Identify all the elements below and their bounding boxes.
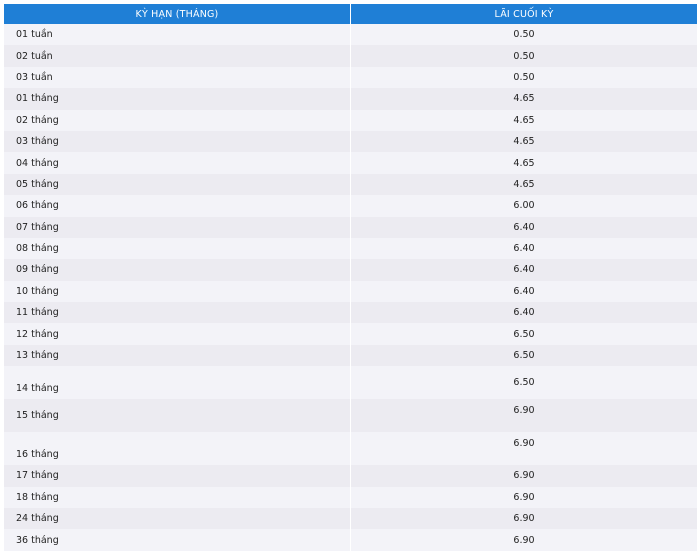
table-row: 06 tháng 6.00: [4, 195, 697, 217]
table-row: 03 tuần 0.50: [4, 66, 697, 89]
term-cell: 01 tháng: [4, 88, 351, 110]
rate-cell: 6.40: [350, 302, 697, 324]
term-cell: 09 tháng: [4, 259, 351, 281]
rate-cell: 4.65: [350, 109, 697, 131]
header-row: KỲ HẠN (THÁNG) LÃI CUỐI KỲ: [4, 4, 697, 24]
term-cell: 10 tháng: [4, 280, 351, 303]
term-cell: 12 tháng: [4, 323, 351, 345]
term-cell: 03 tháng: [4, 130, 351, 153]
term-cell: 08 tháng: [4, 237, 351, 260]
rate-cell: 6.40: [350, 259, 697, 281]
term-cell: 15 tháng: [4, 399, 351, 433]
rate-cell: 6.90: [350, 486, 697, 509]
table-row: 07 tháng 6.40: [4, 216, 697, 238]
table-row: 16 tháng 6.90: [4, 432, 697, 466]
table-row: 17 tháng 6.90: [4, 465, 697, 487]
table-row: 15 tháng 6.90: [4, 399, 697, 433]
table-row: 24 tháng 6.90: [4, 508, 697, 530]
rate-cell: 4.65: [350, 173, 697, 196]
table-header: KỲ HẠN (THÁNG) LÃI CUỐI KỲ: [4, 4, 697, 24]
interest-rate-table: KỲ HẠN (THÁNG) LÃI CUỐI KỲ 01 tuần 0.50 0…: [4, 4, 697, 551]
rate-cell: 6.00: [350, 195, 697, 217]
column-header-term: KỲ HẠN (THÁNG): [4, 4, 351, 24]
rate-cell: 6.90: [350, 465, 697, 487]
table-row: 02 tuần 0.50: [4, 45, 697, 67]
rate-cell: 0.50: [350, 66, 697, 89]
rate-cell: 6.40: [350, 216, 697, 238]
term-cell: 17 tháng: [4, 465, 351, 487]
table-row: 02 tháng 4.65: [4, 109, 697, 131]
rate-cell: 0.50: [350, 24, 697, 46]
term-cell: 02 tuần: [4, 45, 351, 67]
term-cell: 13 tháng: [4, 344, 351, 367]
table-row: 03 tháng 4.65: [4, 130, 697, 153]
table-row: 12 tháng 6.50: [4, 323, 697, 345]
table-row: 04 tháng 4.65: [4, 152, 697, 174]
term-cell: 04 tháng: [4, 152, 351, 174]
term-cell: 11 tháng: [4, 302, 351, 324]
table-row: 01 tuần 0.50: [4, 24, 697, 46]
rate-cell: 4.65: [350, 152, 697, 174]
term-cell: 36 tháng: [4, 529, 351, 551]
term-cell: 03 tuần: [4, 66, 351, 89]
table-row: 11 tháng 6.40: [4, 302, 697, 324]
term-cell: 18 tháng: [4, 486, 351, 509]
rate-cell: 4.65: [350, 88, 697, 110]
rate-cell: 6.50: [350, 344, 697, 367]
table-row: 36 tháng 6.90: [4, 529, 697, 551]
rate-cell: 4.65: [350, 130, 697, 153]
term-cell: 05 tháng: [4, 173, 351, 196]
term-cell: 07 tháng: [4, 216, 351, 238]
rate-cell: 6.50: [350, 323, 697, 345]
rate-cell: 6.90: [350, 529, 697, 551]
table-row: 09 tháng 6.40: [4, 259, 697, 281]
term-cell: 24 tháng: [4, 508, 351, 530]
table-row: 13 tháng 6.50: [4, 344, 697, 367]
rate-cell: 6.90: [350, 432, 697, 466]
term-cell: 06 tháng: [4, 195, 351, 217]
table-row: 14 tháng 6.50: [4, 366, 697, 400]
rate-cell: 6.40: [350, 280, 697, 303]
table-body: 01 tuần 0.50 02 tuần 0.50 03 tuần 0.50 01 t…: [4, 24, 697, 551]
column-header-rate: LÃI CUỐI KỲ: [350, 4, 697, 24]
rate-cell: 6.90: [350, 399, 697, 433]
rate-cell: 6.50: [350, 366, 697, 400]
term-cell: 01 tuần: [4, 24, 351, 46]
rate-cell: 6.90: [350, 508, 697, 530]
table-row: 10 tháng 6.40: [4, 280, 697, 303]
term-cell: 02 tháng: [4, 109, 351, 131]
term-cell: 14 tháng: [4, 366, 351, 400]
table-row: 05 tháng 4.65: [4, 173, 697, 196]
table-row: 18 tháng 6.90: [4, 486, 697, 509]
rate-cell: 6.40: [350, 237, 697, 260]
rate-cell: 0.50: [350, 45, 697, 67]
table-row: 08 tháng 6.40: [4, 237, 697, 260]
term-cell: 16 tháng: [4, 432, 351, 466]
table-row: 01 tháng 4.65: [4, 88, 697, 110]
